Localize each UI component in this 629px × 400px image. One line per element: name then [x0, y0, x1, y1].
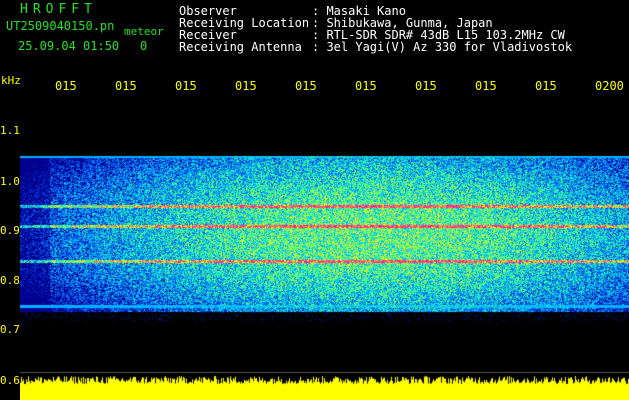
y-label-1-0: 1.0: [0, 175, 20, 188]
antenna-label: Receiving Antenna: [179, 40, 302, 54]
file-name: UT2509040150.pn: [6, 19, 115, 33]
y-label-0-7: 0.7: [0, 323, 20, 336]
meteor-count: 0: [140, 39, 148, 53]
spectrogram-canvas: [20, 100, 629, 400]
time-tick-7: 015: [415, 79, 437, 93]
y-label-0-8: 0.8: [0, 274, 20, 287]
time-tick-5: 015: [295, 79, 317, 93]
time-tick-4: 015: [235, 79, 257, 93]
antenna-value: : 3el Yagi(V) Az 330 for Vladivostok: [312, 40, 573, 54]
y-label-0-6: 0.6: [0, 374, 20, 387]
time-tick-3: 015: [175, 79, 197, 93]
time-tick-8: 015: [475, 79, 497, 93]
time-tick-6: 015: [355, 79, 377, 93]
y-label-0-9: 0.9: [0, 224, 20, 237]
time-tick-9: 015: [535, 79, 557, 93]
y-label-1-1: 1.1: [0, 124, 20, 137]
meteor-tag: meteor: [124, 25, 164, 38]
datetime: 25.09.04 01:50: [18, 39, 120, 53]
time-tick-10: 0200: [595, 79, 624, 93]
y-unit-label: kHz: [1, 74, 21, 87]
app-logo: HROFFT: [20, 2, 97, 17]
time-tick-2: 015: [115, 79, 137, 93]
time-tick-1: 015: [55, 79, 77, 93]
